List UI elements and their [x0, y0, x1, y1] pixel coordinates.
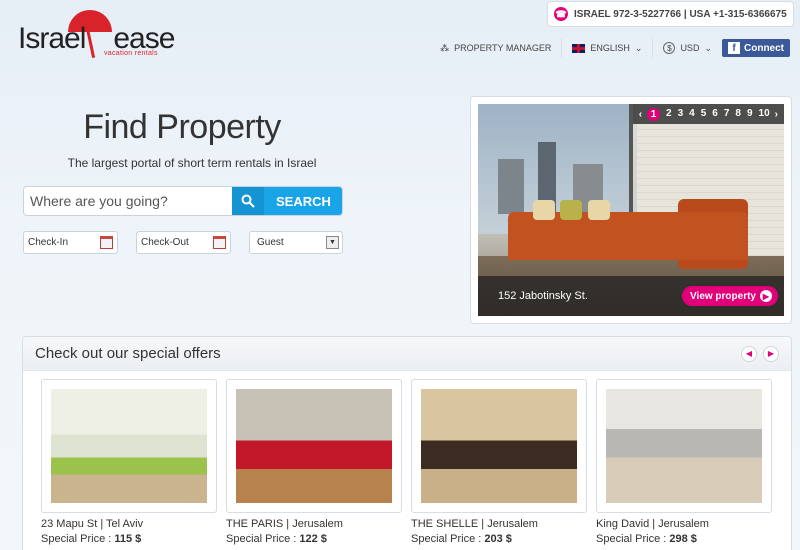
chevron-down-icon: ⌄ — [704, 42, 712, 53]
language-label: ENGLISH — [590, 43, 630, 53]
featured-pager: ‹ 1 2 3 4 5 6 7 8 9 10 › — [632, 104, 784, 124]
checkout-field[interactable]: Check-Out — [136, 231, 231, 254]
currency-select[interactable]: $ USD ⌄ — [652, 38, 722, 58]
search-button-label: SEARCH — [276, 193, 331, 209]
property-manager-label: PROPERTY MANAGER — [454, 43, 552, 53]
offers-arrows: ◀ ▶ — [741, 345, 779, 362]
offer-photo[interactable] — [236, 389, 392, 503]
offer-name[interactable]: THE PARIS | Jerusalem — [226, 518, 402, 530]
offer-card[interactable]: King David | Jerusalem Special Price : 2… — [596, 379, 772, 545]
pager-page-2[interactable]: 2 — [666, 108, 672, 121]
offer-price-value: 122 $ — [299, 533, 327, 545]
page-subtitle: The largest portal of short term rentals… — [67, 156, 317, 170]
featured-address: 152 Jabotinsky St. — [498, 290, 588, 302]
pager-page-6[interactable]: 6 — [712, 108, 718, 121]
chevron-right-icon[interactable]: ▶ — [763, 345, 779, 362]
pager-page-8[interactable]: 8 — [735, 108, 741, 121]
view-property-button[interactable]: View property ▶ — [682, 286, 778, 306]
offer-price-label: Special Price : — [411, 533, 482, 545]
guest-label: Guest — [257, 237, 284, 248]
offer-photo-frame — [596, 379, 772, 513]
search-bar: Where are you going? SEARCH — [23, 186, 343, 216]
facebook-connect-label: Connect — [744, 42, 784, 54]
pager-page-10[interactable]: 10 — [759, 108, 770, 121]
checkout-label: Check-Out — [141, 237, 189, 248]
offer-price: Special Price : 203 $ — [411, 533, 587, 545]
photo-cushion — [560, 200, 582, 220]
view-property-label: View property — [690, 290, 756, 302]
currency-label: USD — [680, 43, 700, 53]
chevron-down-icon: ⌄ — [634, 42, 643, 53]
offer-price: Special Price : 122 $ — [226, 533, 402, 545]
calendar-icon[interactable] — [100, 236, 113, 249]
checkin-field[interactable]: Check-In — [23, 231, 118, 254]
facebook-connect-button[interactable]: f Connect — [722, 39, 790, 57]
calendar-icon[interactable] — [213, 236, 226, 249]
checkin-label: Check-In — [28, 237, 69, 248]
offer-photo[interactable] — [51, 389, 207, 503]
offers-header: Check out our special offers ◀ ▶ — [23, 337, 791, 371]
offer-card[interactable]: 23 Mapu St | Tel Aviv Special Price : 11… — [41, 379, 217, 545]
offer-price-label: Special Price : — [41, 533, 112, 545]
offer-photo-frame — [41, 379, 217, 513]
search-icon — [232, 187, 264, 215]
language-select[interactable]: ENGLISH ⌄ — [561, 38, 652, 58]
offer-name[interactable]: King David | Jerusalem — [596, 518, 772, 530]
offer-name[interactable]: 23 Mapu St | Tel Aviv — [41, 518, 217, 530]
phone-icon: ☎ — [554, 7, 568, 21]
offers-title: Check out our special offers — [35, 345, 221, 362]
offer-card[interactable]: THE PARIS | Jerusalem Special Price : 12… — [226, 379, 402, 545]
offer-price: Special Price : 298 $ — [596, 533, 772, 545]
offer-photo-frame — [411, 379, 587, 513]
featured-photo[interactable]: ‹ 1 2 3 4 5 6 7 8 9 10 › 152 Jabotinsky St. View … — [478, 104, 784, 316]
chevron-left-icon[interactable]: ◀ — [741, 345, 757, 362]
top-nav: ⁂ PROPERTY MANAGER ENGLISH ⌄ $ USD ⌄ f C… — [430, 38, 790, 58]
search-input[interactable]: Where are you going? — [24, 187, 232, 215]
photo-building-2 — [498, 159, 524, 214]
featured-property: ‹ 1 2 3 4 5 6 7 8 9 10 › 152 Jabotinsky St. View … — [470, 96, 792, 324]
offer-card[interactable]: THE SHELLE | Jerusalem Special Price : 2… — [411, 379, 587, 545]
facebook-icon: f — [728, 42, 740, 54]
dollar-icon: $ — [663, 42, 676, 54]
offer-photo-frame — [226, 379, 402, 513]
uk-flag-icon — [572, 43, 586, 53]
pager-page-4[interactable]: 4 — [689, 108, 695, 121]
contact-bar: ☎ ISRAEL 972-3-5227766 | USA +1-315-6366… — [547, 1, 794, 27]
guest-select[interactable]: Guest ▼ — [249, 231, 343, 254]
pager-page-1[interactable]: 1 — [647, 107, 661, 121]
offer-price-value: 203 $ — [484, 533, 512, 545]
offer-price-value: 115 $ — [114, 533, 142, 545]
logo-text-israel: Israel — [18, 22, 86, 55]
pager-page-5[interactable]: 5 — [701, 108, 707, 121]
logo-tagline: vacation rentals — [104, 50, 158, 57]
arrow-right-circle-icon: ▶ — [760, 290, 772, 302]
featured-caption: 152 Jabotinsky St. View property ▶ — [478, 276, 784, 316]
pager-pages: 1 2 3 4 5 6 7 8 9 10 — [647, 107, 770, 121]
users-icon: ⁂ — [440, 42, 450, 53]
site-logo[interactable]: Israel ease vacation rentals — [18, 8, 175, 58]
offer-price: Special Price : 115 $ — [41, 533, 217, 545]
offer-price-label: Special Price : — [226, 533, 297, 545]
offer-photo[interactable] — [421, 389, 577, 503]
offer-name[interactable]: THE SHELLE | Jerusalem — [411, 518, 587, 530]
offer-price-label: Special Price : — [596, 533, 667, 545]
pager-page-7[interactable]: 7 — [724, 108, 730, 121]
search-button[interactable]: SEARCH — [232, 187, 342, 215]
offer-photo[interactable] — [606, 389, 762, 503]
pager-page-3[interactable]: 3 — [678, 108, 684, 121]
photo-cushion — [588, 200, 610, 220]
contact-phones: ISRAEL 972-3-5227766 | USA +1-315-636667… — [574, 8, 787, 20]
chevron-down-icon[interactable]: ▼ — [326, 236, 339, 249]
offer-price-value: 298 $ — [669, 533, 697, 545]
property-manager-link[interactable]: ⁂ PROPERTY MANAGER — [430, 38, 561, 58]
page-title: Find Property — [83, 108, 281, 146]
chevron-left-icon[interactable]: ‹ — [639, 109, 642, 120]
special-offers: Check out our special offers ◀ ▶ 23 Mapu… — [22, 336, 792, 550]
photo-cushion — [533, 200, 555, 220]
chevron-right-icon[interactable]: › — [775, 109, 778, 120]
pager-page-9[interactable]: 9 — [747, 108, 753, 121]
